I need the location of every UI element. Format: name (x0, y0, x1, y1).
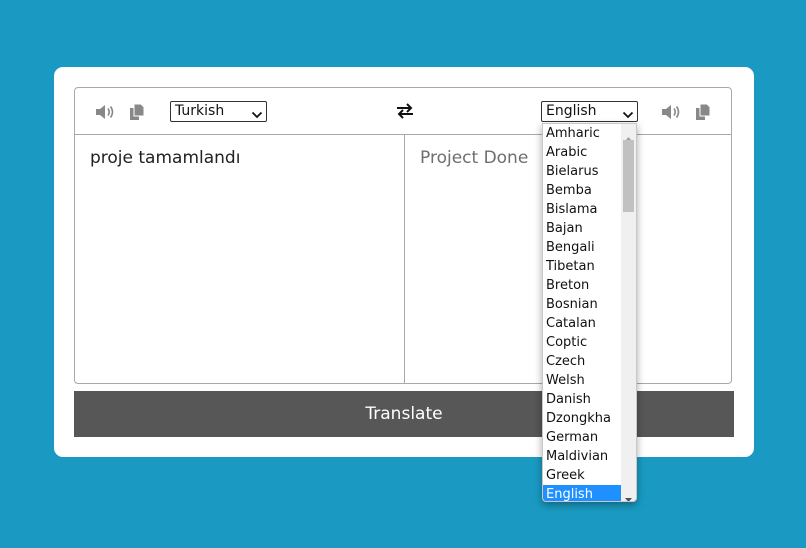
to-language-dropdown[interactable]: Amharic Arabic Bielarus Bemba Bislama Bajan Be… (542, 123, 637, 502)
to-speaker-icon[interactable] (660, 102, 682, 122)
scroll-up-icon[interactable] (624, 128, 633, 141)
to-language-select[interactable]: English (541, 101, 638, 122)
from-language-value: Turkish (175, 103, 225, 119)
exchange-icon[interactable] (395, 101, 415, 121)
chevron-down-icon (622, 107, 634, 119)
to-language-value: English (546, 103, 597, 119)
translator-card: Turkish English proje tamamlandı Project… (54, 67, 754, 457)
from-language-select[interactable]: Turkish (170, 101, 267, 122)
to-copy-icon[interactable] (693, 102, 715, 122)
from-speaker-icon[interactable] (94, 102, 116, 122)
from-copy-icon[interactable] (127, 102, 149, 122)
from-text-area[interactable]: proje tamamlandı (75, 135, 405, 384)
chevron-down-icon (251, 107, 263, 119)
dropdown-scrollbar[interactable] (621, 124, 636, 501)
scrollbar-thumb[interactable] (623, 140, 634, 212)
scroll-down-icon[interactable] (624, 489, 633, 501)
